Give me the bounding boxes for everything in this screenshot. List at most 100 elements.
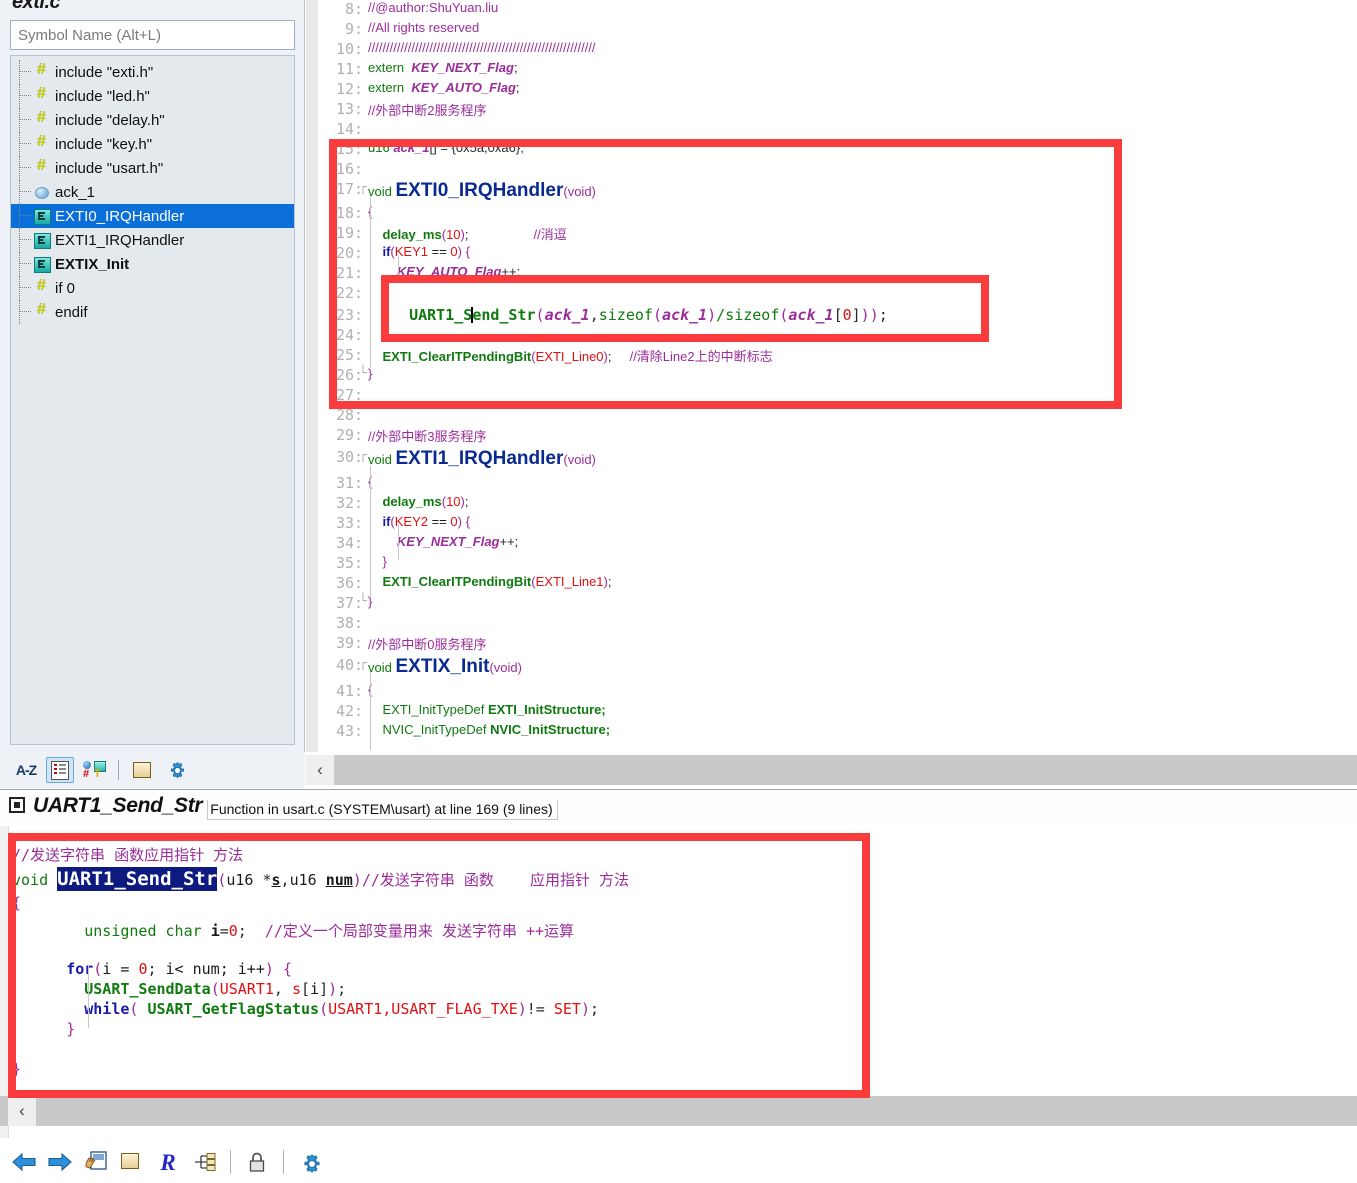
symbol-tree-item[interactable]: include "usart.h" [11,156,294,180]
open-definition-button[interactable] [80,1146,112,1178]
settings-button[interactable] [163,757,191,783]
def-line-1: //发送字符串 函数应用指针 方法 [12,846,244,864]
navigate-back-button[interactable] [8,1146,40,1178]
code-line-40: void EXTIX_Init(void) [368,656,522,677]
fold-guide-for [88,966,89,1028]
lock-button[interactable] [241,1146,273,1178]
tree-connector-dash [19,287,31,288]
definition-panel-header: UART1_Send_Str Function in usart.c (SYST… [0,790,1357,821]
browse-references-button[interactable] [116,1146,148,1178]
variable-icon [33,184,50,200]
tree-connector [19,180,20,204]
def-line-11: } [12,1060,22,1078]
line-number: 20 [335,244,354,262]
lock-icon [247,1151,267,1173]
references-button[interactable] [129,757,157,783]
line-number: 8 [344,0,354,18]
toolbar-divider [118,760,119,780]
line-number-colon: : [354,140,364,158]
tree-connector-dash [19,119,31,120]
function-icon [33,208,51,225]
scroll-left-icon-bottom[interactable]: ‹ [8,1096,36,1126]
line-number-colon: : [354,264,364,282]
tree-connector-dash [19,215,31,216]
def-line-2: void UART1_Send_Str(u16 *s,u16 num)//发送字… [12,867,630,891]
symbol-search-placeholder: Symbol Name (Alt+L) [18,26,161,44]
line-number-colon: : [354,406,364,424]
symbol-tree-item[interactable]: include "key.h" [11,132,294,156]
symbol-tree-item-label: EXTI0_IRQHandler [55,207,185,225]
navigate-forward-button[interactable] [44,1146,76,1178]
symbol-tree-item[interactable]: include "delay.h" [11,108,294,132]
arrow-right-icon [47,1152,73,1172]
line-number-colon: : [354,100,364,118]
code-line-34: KEY_NEXT_Flag++; [396,534,519,549]
symbol-tree-item[interactable]: include "exti.h" [11,60,294,84]
tree-connector-dash [19,191,31,192]
line-number: 13 [335,100,354,118]
symbol-tree[interactable]: include "exti.h" include "led.h" include "… [10,55,295,745]
line-number-colon: : [354,346,364,364]
symbol-tree-item[interactable]: EXTIX_Init [11,252,294,276]
symbol-tree-item[interactable]: EXTI1_IRQHandler [11,228,294,252]
definition-icon [8,796,27,815]
symbol-tree-item[interactable]: include "led.h" [11,84,294,108]
code-line-13: //外部中断2服务程序 [368,103,487,118]
tree-connector [19,276,20,300]
line-number-colon: : [354,702,364,720]
code-line-26: } [368,366,373,381]
call-tree-icon [193,1152,216,1172]
line-number-colon: : [354,426,364,444]
code-line-12: extern KEY_AUTO_Flag; [368,80,520,95]
call-graph-button[interactable] [188,1146,220,1178]
symbol-tree-item-label: endif [55,303,88,321]
function-icon [33,256,51,273]
line-number: 11 [335,60,354,78]
line-number-colon: : [354,494,364,512]
code-line-37: } [368,594,373,609]
group-by-type-button[interactable]: # T [80,757,108,783]
rebuild-browse-info-button[interactable]: R [152,1146,184,1178]
def-line-4: unsigned char i=0; //定义一个局部变量用来 发送字符串 ++… [84,922,575,940]
definition-horizontal-scrollbar[interactable]: ‹ [0,1096,1357,1126]
line-number: 35 [335,554,354,572]
outline-list-button[interactable] [46,757,74,783]
code-line-33: if(KEY2 == 0) { [382,514,470,529]
sort-alphabetical-button[interactable]: A-Z [12,757,40,783]
def-line-7: USART_SendData(USART1, s[i]); [84,980,347,998]
symbol-tree-item[interactable]: if 0 [11,276,294,300]
line-number-colon: : [354,204,364,222]
line-number: 16 [335,160,354,178]
definition-code[interactable]: //发送字符串 函数应用指针 方法 void UART1_Send_Str(u1… [0,826,1357,1138]
line-number-colon: : [354,40,364,58]
highlighted-call-line: UART1_Send_Str(ack_1,sizeof(ack_1)/sizeo… [409,306,888,324]
symbol-tree-item[interactable]: ack_1 [11,180,294,204]
line-number: 21 [335,264,354,282]
symbol-search-input[interactable]: Symbol Name (Alt+L) [10,20,295,50]
code-editor[interactable]: 8:9:10:11:12:13:14:15:16:17: ┌ 18:19:20:21… [306,0,1357,752]
line-number-colon: : [354,514,364,532]
symbol-tree-item[interactable]: EXTI0_IRQHandler [11,204,294,228]
book-icon-bottom [120,1152,144,1172]
line-number: 31 [335,474,354,492]
r-letter-icon: R [160,1149,176,1175]
tree-connector [19,228,20,252]
hash-icon [33,108,50,128]
definition-toolbar: R [0,1141,1357,1183]
symbol-tree-item[interactable]: endif [11,300,294,324]
sidebar-toolbar: A-Z # T [0,752,305,788]
line-number-colon: : [354,534,364,552]
arrow-left-icon [11,1152,37,1172]
line-number: 36 [335,574,354,592]
group-type-icon: # T [83,761,106,780]
definition-panel: UART1_Send_Str Function in usart.c (SYST… [0,789,1357,1183]
line-number-colon: : [354,722,364,740]
settings-button-bottom[interactable] [294,1146,326,1178]
symbol-tree-item-label: include "usart.h" [55,159,164,177]
scrollbar-thumb[interactable] [334,755,1357,785]
line-number: 9 [344,20,354,38]
fold-guide-if2 [398,524,399,560]
line-number-colon: : [354,386,364,404]
scroll-left-icon[interactable]: ‹ [306,755,334,785]
editor-horizontal-scrollbar[interactable]: ‹ [306,755,1357,785]
